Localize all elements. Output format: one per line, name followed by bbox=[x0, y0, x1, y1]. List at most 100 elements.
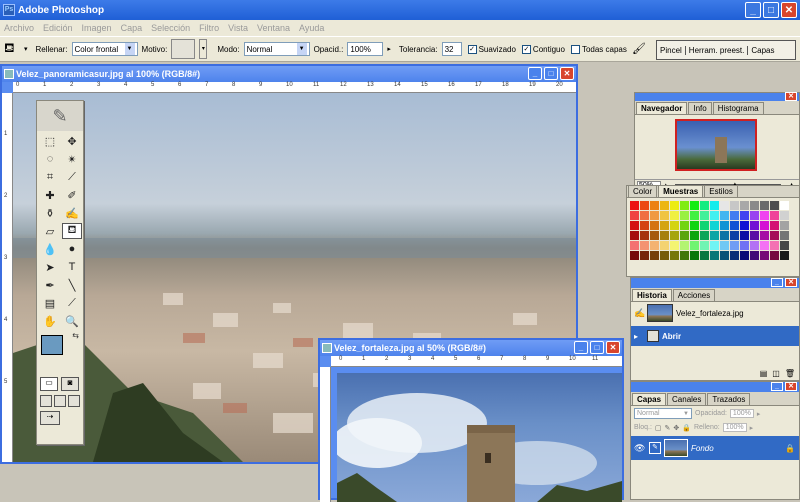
swatch-chip[interactable] bbox=[680, 231, 689, 240]
swatch-chip[interactable] bbox=[730, 241, 739, 250]
swatch-chip[interactable] bbox=[760, 251, 769, 260]
swatch-chip[interactable] bbox=[730, 211, 739, 220]
trash-icon[interactable]: 🗑 bbox=[785, 369, 795, 378]
swatch-chip[interactable] bbox=[700, 241, 709, 250]
well-tab-pincel[interactable]: Pincel bbox=[657, 45, 686, 55]
swatch-chip[interactable] bbox=[740, 251, 749, 260]
lasso-tool-icon[interactable]: ◌ bbox=[40, 151, 60, 167]
crop-tool-icon[interactable]: ⌗ bbox=[40, 169, 60, 185]
contiguo-checkbox[interactable]: ✓ Contiguo bbox=[521, 44, 565, 54]
path-selection-tool-icon[interactable]: ➤ bbox=[40, 259, 60, 275]
swatch-chip[interactable] bbox=[670, 231, 679, 240]
move-tool-icon[interactable]: ✥ bbox=[62, 133, 82, 149]
eraser-tool-icon[interactable]: ▱ bbox=[40, 223, 60, 239]
swatch-chip[interactable] bbox=[730, 231, 739, 240]
swatch-chip[interactable] bbox=[700, 231, 709, 240]
swatch-chip[interactable] bbox=[660, 211, 669, 220]
opacidad-input[interactable]: 100% bbox=[347, 42, 384, 56]
tool-preset-arrow-icon[interactable]: ▾ bbox=[24, 45, 28, 53]
swatch-chip[interactable] bbox=[740, 231, 749, 240]
standard-mode-icon[interactable]: ▭ bbox=[40, 377, 58, 391]
swatch-chip[interactable] bbox=[680, 221, 689, 230]
history-snapshot-row[interactable]: ✍ Velez_fortaleza.jpg bbox=[631, 302, 799, 324]
swatch-chip[interactable] bbox=[680, 241, 689, 250]
minimize-button[interactable]: _ bbox=[745, 2, 761, 18]
swatch-chip[interactable] bbox=[650, 251, 659, 260]
history-brush-tool-icon[interactable]: ✍ bbox=[62, 205, 82, 221]
clone-stamp-tool-icon[interactable]: ⚱ bbox=[40, 205, 60, 221]
doc-close-button[interactable]: ✕ bbox=[560, 67, 574, 80]
swatch-chip[interactable] bbox=[770, 221, 779, 230]
swatch-chip[interactable] bbox=[690, 201, 699, 210]
maximize-button[interactable]: □ bbox=[763, 2, 779, 18]
doc-maximize-button[interactable]: □ bbox=[544, 67, 558, 80]
swatch-chip[interactable] bbox=[690, 221, 699, 230]
screen-mode-full-menu-icon[interactable] bbox=[54, 395, 66, 407]
swatch-chip[interactable] bbox=[740, 221, 749, 230]
swatch-chip[interactable] bbox=[660, 201, 669, 210]
suavizado-checkbox[interactable]: ✓ Suavizado bbox=[467, 44, 516, 54]
fortaleza-canvas[interactable] bbox=[337, 373, 622, 502]
type-tool-icon[interactable]: T bbox=[62, 259, 82, 275]
paint-bucket-icon[interactable]: ⛾ bbox=[4, 40, 20, 58]
menu-ventana[interactable]: Ventana bbox=[257, 23, 290, 33]
swatch-chip[interactable] bbox=[670, 251, 679, 260]
swatch-chip[interactable] bbox=[770, 251, 779, 260]
swatch-chip[interactable] bbox=[630, 241, 639, 250]
swatch-chip[interactable] bbox=[670, 211, 679, 220]
modo-select[interactable]: Normal ▼ bbox=[243, 42, 310, 56]
swatch-chip[interactable] bbox=[700, 211, 709, 220]
history-slider-icon[interactable]: ▸ bbox=[634, 332, 644, 341]
tab-muestras[interactable]: Muestras bbox=[658, 185, 704, 197]
tab-info[interactable]: Info bbox=[688, 102, 712, 114]
tab-navegador[interactable]: Navegador bbox=[636, 102, 688, 114]
tab-canales[interactable]: Canales bbox=[667, 393, 707, 405]
swatch-chip[interactable] bbox=[630, 221, 639, 230]
tolerancia-input[interactable]: 32 bbox=[441, 42, 462, 56]
tab-histograma[interactable]: Histograma bbox=[712, 102, 764, 114]
opacity-value[interactable]: 100% bbox=[729, 409, 754, 418]
swatch-chip[interactable] bbox=[740, 241, 749, 250]
jump-to-imageready-icon[interactable]: ⇢ bbox=[40, 411, 60, 425]
lock-transparency-icon[interactable]: ▢ bbox=[655, 424, 662, 432]
panel-close-button[interactable]: ✕ bbox=[785, 382, 797, 391]
screen-mode-standard-icon[interactable] bbox=[40, 395, 52, 407]
swatch-chip[interactable] bbox=[690, 251, 699, 260]
menu-seleccion[interactable]: Selección bbox=[151, 23, 190, 33]
swatch-chip[interactable] bbox=[780, 201, 789, 210]
tab-color[interactable]: Color bbox=[628, 185, 658, 197]
todas-capas-checkbox[interactable]: Todas capas bbox=[570, 44, 627, 54]
swatch-chip[interactable] bbox=[680, 211, 689, 220]
swatch-chip[interactable] bbox=[720, 251, 729, 260]
dodge-tool-icon[interactable]: ● bbox=[62, 241, 82, 257]
tab-historia[interactable]: Historia bbox=[632, 289, 672, 301]
snapshot-brush-icon[interactable]: ✍ bbox=[634, 308, 645, 319]
layer-row-fondo[interactable]: 👁 ✎ Fondo 🔒 bbox=[631, 436, 799, 460]
swatch-chip[interactable] bbox=[690, 231, 699, 240]
swatch-chip[interactable] bbox=[750, 211, 759, 220]
tab-acciones[interactable]: Acciones bbox=[672, 289, 716, 301]
swatch-chip[interactable] bbox=[700, 221, 709, 230]
swatch-chip[interactable] bbox=[720, 241, 729, 250]
motivo-pattern-picker[interactable] bbox=[171, 39, 196, 59]
swatch-chip[interactable] bbox=[760, 241, 769, 250]
swatch-chip[interactable] bbox=[630, 201, 639, 210]
swatch-chip[interactable] bbox=[770, 241, 779, 250]
swatch-chip[interactable] bbox=[710, 211, 719, 220]
blend-mode-select[interactable]: Normal ▼ bbox=[634, 408, 692, 419]
doc-minimize-button[interactable]: _ bbox=[574, 341, 588, 354]
new-snapshot-icon[interactable]: ◫ bbox=[772, 369, 780, 378]
magic-wand-tool-icon[interactable]: ✴ bbox=[62, 151, 82, 167]
notes-tool-icon[interactable]: ▤ bbox=[40, 295, 60, 311]
opacity-arrow-icon[interactable]: ▸ bbox=[757, 410, 761, 418]
menu-imagen[interactable]: Imagen bbox=[82, 23, 112, 33]
swatch-chip[interactable] bbox=[700, 251, 709, 260]
brush-tool-icon[interactable]: ✐ bbox=[62, 187, 82, 203]
tab-estilos[interactable]: Estilos bbox=[704, 185, 738, 197]
marquee-tool-icon[interactable]: ⬚ bbox=[40, 133, 60, 149]
adobe-feather-icon[interactable]: ✎ bbox=[37, 101, 83, 131]
swatch-chip[interactable] bbox=[650, 241, 659, 250]
navigator-thumbnail[interactable] bbox=[675, 119, 757, 171]
swatch-chip[interactable] bbox=[770, 231, 779, 240]
lock-all-icon[interactable]: 🔒 bbox=[682, 424, 691, 432]
